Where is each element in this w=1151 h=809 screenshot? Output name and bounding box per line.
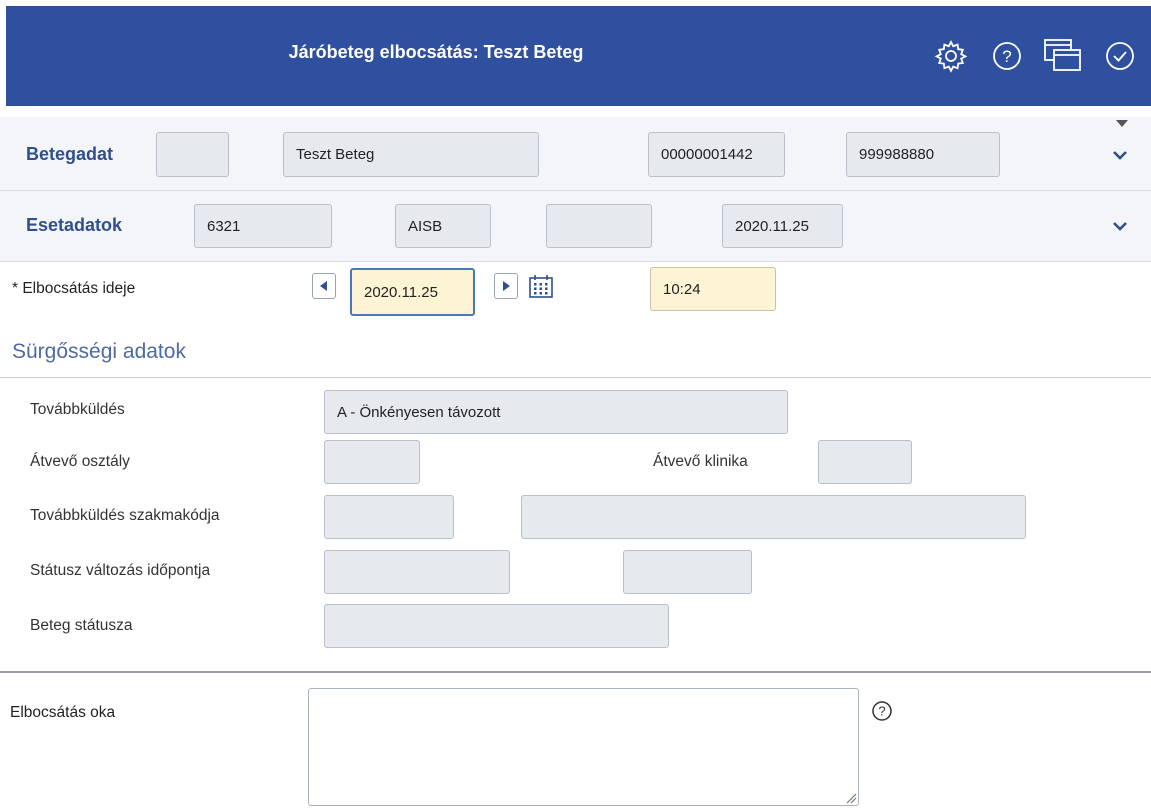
svg-text:?: ? bbox=[878, 704, 885, 719]
receiving-clinic-field[interactable] bbox=[818, 440, 912, 484]
discharge-reason-textarea[interactable] bbox=[308, 688, 859, 806]
receiving-ward-field[interactable] bbox=[324, 440, 420, 484]
patient-id-field: 00000001442 bbox=[648, 132, 785, 177]
discharge-date-input[interactable]: 2020.11.25 bbox=[350, 268, 475, 316]
next-date-button[interactable] bbox=[494, 273, 518, 299]
divider bbox=[0, 377, 1151, 378]
case-unit-field: AISB bbox=[395, 204, 491, 248]
patient-field-1 bbox=[156, 132, 229, 177]
specialty-code-field[interactable] bbox=[324, 495, 454, 539]
divider bbox=[0, 261, 1151, 262]
specialty-code-label: Továbbküldés szakmakódja bbox=[30, 507, 220, 524]
scroll-up-icon[interactable] bbox=[1116, 115, 1128, 127]
referral-field[interactable]: A - Önkényesen távozott bbox=[324, 390, 788, 434]
status-change-time-field[interactable] bbox=[623, 550, 752, 594]
case-section-label[interactable]: Esetadatok bbox=[26, 215, 122, 236]
case-date-field: 2020.11.25 bbox=[722, 204, 843, 248]
expand-patient-chevron-icon[interactable] bbox=[1108, 143, 1132, 167]
discharge-reason-label: Elbocsátás oka bbox=[10, 704, 116, 721]
discharge-time-input[interactable]: 10:24 bbox=[650, 267, 776, 311]
patient-status-field[interactable] bbox=[324, 604, 669, 648]
patient-section-label[interactable]: Betegadat bbox=[26, 144, 113, 165]
title-bar: Járóbeteg elbocsátás: Teszt Beteg ? bbox=[6, 6, 1151, 106]
divider bbox=[0, 671, 1151, 673]
reason-help-icon[interactable]: ? bbox=[871, 700, 893, 722]
discharge-time-label: * Elbocsátás ideje bbox=[12, 280, 136, 297]
status-change-date-field[interactable] bbox=[324, 550, 510, 594]
resize-handle-icon[interactable] bbox=[843, 790, 857, 804]
patient-taj-field: 999988880 bbox=[846, 132, 1000, 177]
expand-case-chevron-icon[interactable] bbox=[1108, 214, 1132, 238]
emergency-section-heading: Sürgősségi adatok bbox=[12, 340, 186, 363]
specialty-name-field[interactable] bbox=[521, 495, 1026, 539]
calendar-icon[interactable] bbox=[528, 273, 556, 301]
patient-status-label: Beteg státusza bbox=[30, 617, 133, 634]
referral-label: Továbbküldés bbox=[30, 401, 125, 418]
windows-icon[interactable] bbox=[1043, 36, 1083, 76]
case-code-field: 6321 bbox=[194, 204, 332, 248]
page-title: Járóbeteg elbocsátás: Teszt Beteg bbox=[288, 42, 584, 62]
check-circle-icon[interactable] bbox=[1100, 36, 1140, 76]
previous-date-button[interactable] bbox=[312, 273, 336, 299]
receiving-ward-label: Átvevő osztály bbox=[30, 453, 130, 470]
status-change-label: Státusz változás időpontja bbox=[30, 562, 211, 579]
svg-text:?: ? bbox=[1002, 47, 1011, 66]
patient-name-field: Teszt Beteg bbox=[283, 132, 539, 177]
gear-icon[interactable] bbox=[931, 36, 971, 76]
receiving-clinic-label: Átvevő klinika bbox=[653, 453, 748, 470]
case-blank-field bbox=[546, 204, 652, 248]
help-icon[interactable]: ? bbox=[987, 36, 1027, 76]
